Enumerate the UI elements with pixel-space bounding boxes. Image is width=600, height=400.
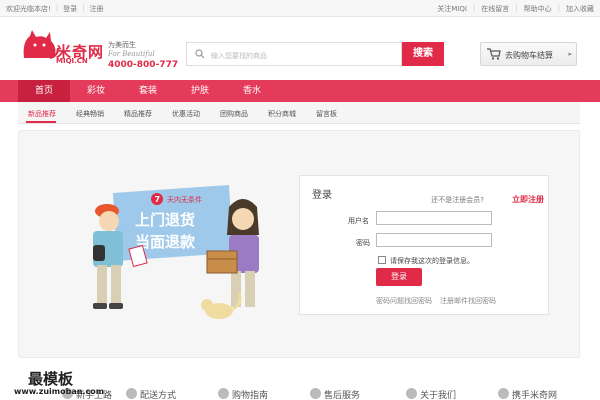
subnav-item-promotions[interactable]: 优惠活动 xyxy=(172,109,200,119)
search-button[interactable]: 搜索 xyxy=(402,42,444,66)
username-field[interactable] xyxy=(376,211,492,225)
subnav-item-recommended[interactable]: 精品推荐 xyxy=(124,109,152,119)
delivery-icon xyxy=(126,388,137,399)
divider: | xyxy=(55,4,59,12)
favorite-link[interactable]: 加入收藏 xyxy=(566,4,594,14)
cart-icon xyxy=(487,48,501,60)
remember-checkbox[interactable] xyxy=(378,256,386,264)
register-link[interactable]: 注册 xyxy=(90,4,104,14)
cart-label: 去购物车结算 xyxy=(505,51,553,60)
main-nav: 首页 彩妆 套装 护肤 香水 xyxy=(0,80,600,102)
nav-item-makeup[interactable]: 彩妆 xyxy=(70,80,122,102)
subnav-item-new[interactable]: 新品推荐 xyxy=(28,109,56,119)
search-input[interactable]: 输入您要找的商品 xyxy=(186,42,402,66)
username-label: 用户名 xyxy=(348,217,369,225)
login-form: 登录 还不是注册会员? 立即注册 用户名 密码 请保存我这次的登录信息。 登录 … xyxy=(299,175,549,315)
sub-nav: 新品推荐 经典畅销 精品推荐 优惠活动 团购商品 积分商城 留言板 xyxy=(18,102,580,124)
cat-logo-icon xyxy=(23,30,59,59)
watermark-url: www.zuimoban.com xyxy=(14,387,105,396)
slogan-en: For Beautiful xyxy=(108,50,155,58)
guide-icon xyxy=(218,388,229,399)
banner-line2: 当面退款 xyxy=(135,233,196,251)
password-field[interactable] xyxy=(376,233,492,247)
forgot-password-link[interactable]: 密码问题找回密码 xyxy=(376,296,432,306)
top-bar: 欢迎光临本店! | 登录 | 注册 关注MIQI | 在线留言 | 帮助中心 |… xyxy=(0,0,600,17)
logo-domain: MIQI.CN xyxy=(56,57,88,65)
password-label: 密码 xyxy=(356,239,370,247)
login-link[interactable]: 登录 xyxy=(63,4,77,14)
nav-item-sets[interactable]: 套装 xyxy=(122,80,174,102)
welcome-text: 欢迎光临本店! xyxy=(6,5,51,13)
banner-number: 7 xyxy=(155,195,161,204)
login-title: 登录 xyxy=(312,190,332,201)
hotline: 4000-800-777 xyxy=(108,60,179,70)
login-button[interactable]: 登录 xyxy=(376,268,422,286)
service-icon xyxy=(310,388,321,399)
not-member-hint: 还不是注册会员? xyxy=(431,196,484,204)
follow-link[interactable]: 关注MIQI xyxy=(437,4,467,14)
subnav-item-points[interactable]: 积分商城 xyxy=(268,109,296,119)
nav-item-perfume[interactable]: 香水 xyxy=(226,80,278,102)
remember-label: 请保存我这次的登录信息。 xyxy=(390,257,474,265)
footer-item-aftersale[interactable]: 售后服务 xyxy=(324,388,360,400)
footer-item-about[interactable]: 关于我们 xyxy=(420,388,456,400)
subnav-item-guestbook[interactable]: 留言板 xyxy=(316,109,337,119)
subnav-item-groupbuy[interactable]: 团购商品 xyxy=(220,109,248,119)
about-icon xyxy=(406,388,417,399)
email-recover-link[interactable]: 注册邮件找回密码 xyxy=(440,296,496,306)
top-bar-left: 欢迎光临本店! | 登录 | 注册 xyxy=(6,4,104,14)
register-now-link[interactable]: 立即注册 xyxy=(512,194,544,205)
banner-line1: 上门退货 xyxy=(135,211,195,229)
return-policy-illustration: 7 天内无条件 上门退货 当面退款 xyxy=(93,185,259,319)
help-link[interactable]: 帮助中心 xyxy=(524,4,552,14)
top-bar-right: 关注MIQI | 在线留言 | 帮助中心 | 加入收藏 xyxy=(437,4,594,14)
footer-item-delivery[interactable]: 配送方式 xyxy=(140,388,176,400)
subnav-active-indicator xyxy=(26,121,56,123)
footer-item-guide[interactable]: 购物指南 xyxy=(232,388,268,400)
content-panel: 7 天内无条件 上门退货 当面退款 登录 还不是注册会员? 立即注册 用户名 密… xyxy=(18,130,580,358)
divider: | xyxy=(515,4,518,12)
message-link[interactable]: 在线留言 xyxy=(481,4,509,14)
divider: | xyxy=(472,4,476,12)
divider: | xyxy=(82,4,85,12)
nav-item-skincare[interactable]: 护肤 xyxy=(174,80,226,102)
nav-item-home[interactable]: 首页 xyxy=(18,80,70,102)
search-icon xyxy=(195,49,205,59)
partner-icon xyxy=(498,388,509,399)
search-placeholder: 输入您要找的商品 xyxy=(211,52,267,60)
banner-top-text: 天内无条件 xyxy=(167,195,202,204)
chevron-right-icon: ▸ xyxy=(568,50,572,58)
subnav-item-bestseller[interactable]: 经典畅销 xyxy=(76,109,104,119)
slogan: 为美而生 xyxy=(108,41,136,49)
divider: | xyxy=(557,4,560,12)
footer-item-partner[interactable]: 携手米奇网 xyxy=(512,388,557,400)
watermark-title: 最模板 xyxy=(28,370,74,388)
cart-button[interactable]: 去购物车结算 ▸ xyxy=(480,42,577,66)
